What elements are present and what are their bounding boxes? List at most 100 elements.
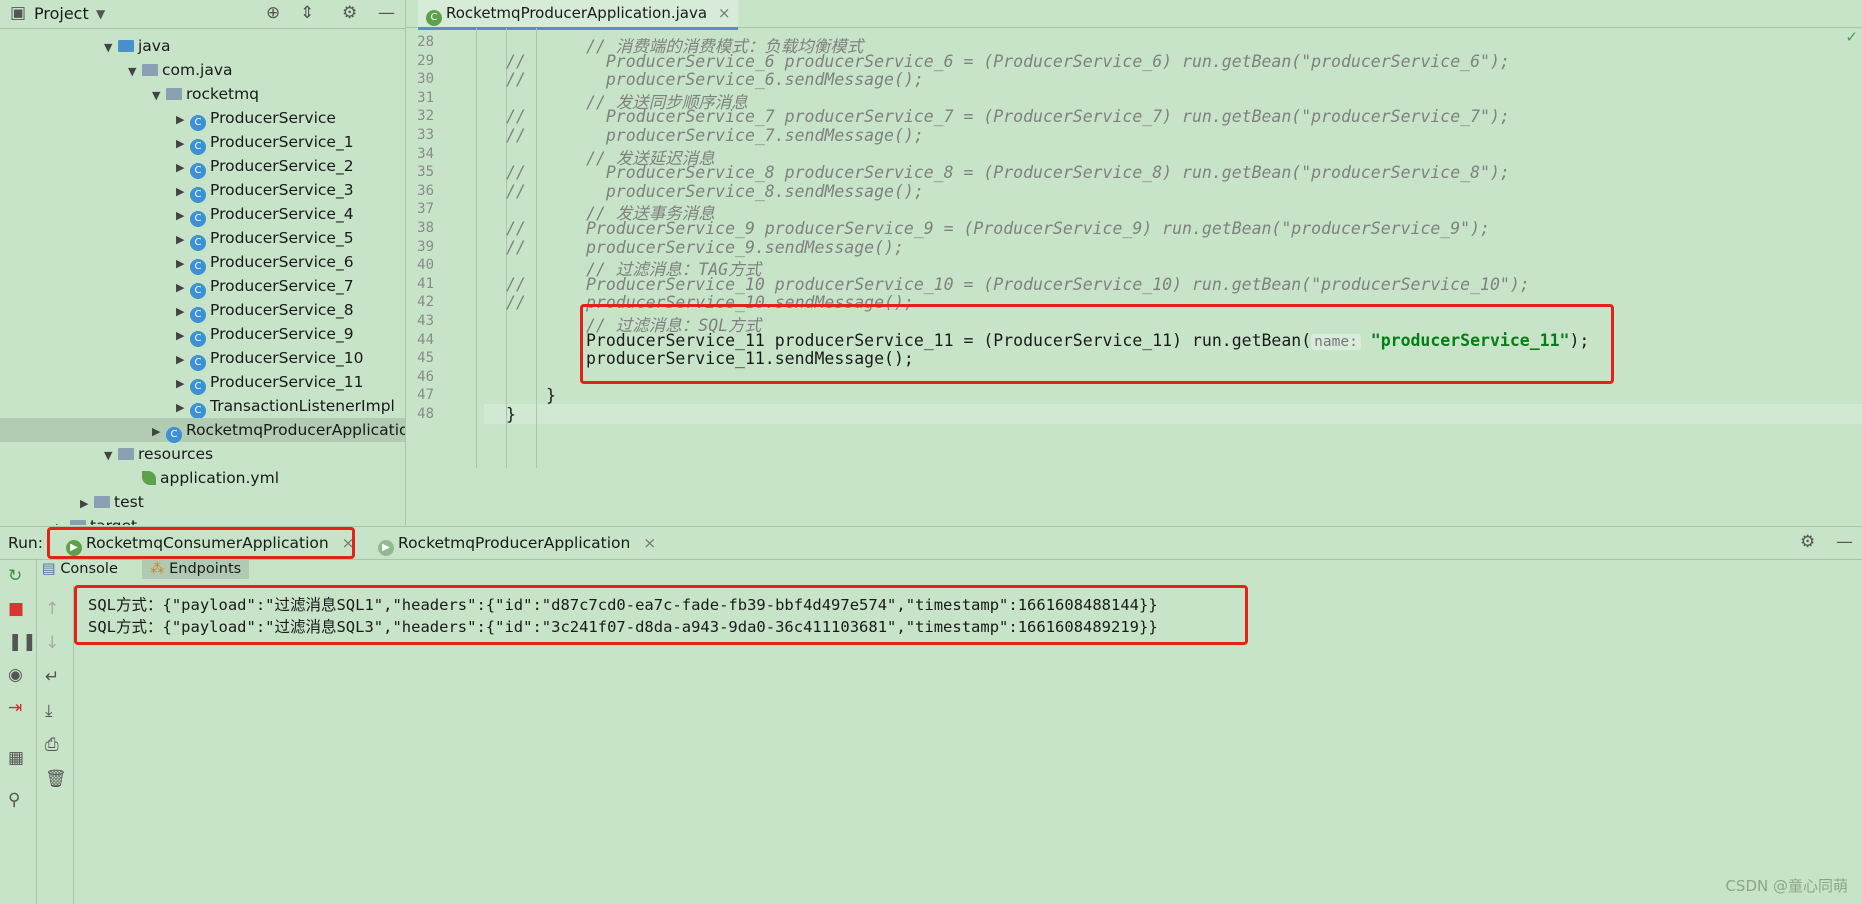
- console-toolbar: ↑ ↓ ↵ ⤓ ⎙ 🗑: [37, 585, 74, 904]
- chevron-right-icon[interactable]: ▶: [176, 180, 190, 204]
- line-number: 39: [417, 238, 434, 255]
- tree-item[interactable]: ▶ test: [80, 490, 144, 514]
- locate-icon[interactable]: ⊕: [266, 3, 280, 23]
- indent-guide: [476, 28, 477, 468]
- tree-item[interactable]: ▶ C ProducerService_3: [176, 178, 354, 204]
- stop-icon[interactable]: ■: [8, 599, 24, 619]
- chevron-right-icon[interactable]: ▶: [176, 324, 190, 348]
- tree-item[interactable]: ▶ C ProducerService_8: [176, 298, 354, 324]
- chevron-right-icon[interactable]: ▶: [176, 396, 190, 420]
- gear-icon[interactable]: ⚙: [1800, 532, 1815, 552]
- chevron-down-icon[interactable]: ▼: [104, 36, 118, 60]
- run-left-toolbar: ↻ ■ ❚❚ ◉ ⇥ ▦ ⚲: [0, 558, 37, 904]
- editor-tab-active[interactable]: C RocketmqProducerApplication.java ×: [418, 0, 739, 30]
- chevron-right-icon[interactable]: ▶: [176, 348, 190, 372]
- chevron-right-icon[interactable]: ▶: [176, 252, 190, 276]
- project-title[interactable]: Project: [34, 4, 89, 23]
- package-icon: [166, 88, 182, 100]
- tree-item[interactable]: ▶ C ProducerService_9: [176, 322, 354, 348]
- arrow-up-icon[interactable]: ↑: [45, 599, 59, 619]
- spring-class-icon: C: [166, 427, 182, 443]
- code-text: producerService_7.sendMessage();: [586, 126, 924, 145]
- chevron-right-icon[interactable]: ▶: [80, 492, 94, 516]
- tree-item[interactable]: ▶ C RocketmqProducerApplication: [0, 418, 405, 444]
- scroll-to-end-icon[interactable]: ⤓: [45, 701, 53, 721]
- code-line: ProducerService_10 producerService_10 = …: [586, 275, 1530, 294]
- tree-item[interactable]: ▶ C ProducerService_7: [176, 274, 354, 300]
- code-text: }: [506, 405, 516, 424]
- line-number: 29: [417, 52, 434, 69]
- tree-item-label: test: [114, 493, 144, 511]
- project-panel: ▣ Project ▼ ⊕ ⇕ ⚙ — ▼ java ▼ com.java ▼ rocke…: [0, 0, 406, 525]
- close-icon[interactable]: ×: [643, 534, 656, 552]
- gear-icon[interactable]: ⚙: [342, 3, 357, 23]
- soft-wrap-icon[interactable]: ↵: [45, 667, 59, 687]
- run-tab-producer[interactable]: ▶ RocketmqProducerApplication ×: [378, 531, 656, 556]
- chevron-down-icon[interactable]: ▼: [104, 444, 118, 468]
- tree-item[interactable]: ▶ C ProducerService_6: [176, 250, 354, 276]
- chevron-down-icon[interactable]: ▼: [128, 60, 142, 84]
- line-number: 38: [417, 220, 434, 236]
- comment-prefix: //: [506, 181, 526, 201]
- tree-item-label: ProducerService_8: [210, 301, 354, 319]
- comment-prefix: //: [506, 293, 526, 313]
- minimize-icon[interactable]: —: [378, 3, 395, 23]
- comment-prefix: //: [506, 219, 526, 238]
- print-icon[interactable]: ⎙: [45, 735, 59, 755]
- class-icon: C: [190, 163, 206, 179]
- tree-item[interactable]: ▼ resources: [104, 442, 213, 466]
- pin-icon[interactable]: ⚲: [8, 790, 20, 810]
- chevron-right-icon[interactable]: ▶: [176, 276, 190, 300]
- indent-guide: [536, 28, 537, 468]
- console-tab[interactable]: ▤ Console: [42, 561, 118, 577]
- code-area[interactable]: 28// 消费端的消费模式：负载均衡模式 29// ProducerService…: [406, 28, 1862, 525]
- chevron-right-icon[interactable]: ▶: [176, 204, 190, 228]
- tree-item[interactable]: ▶ C ProducerService: [176, 106, 336, 132]
- class-icon: C: [190, 379, 206, 395]
- code-text: producerService_9.sendMessage();: [586, 237, 904, 257]
- tree-item[interactable]: ▶ C TransactionListenerImpl: [176, 394, 395, 420]
- line-number: 31: [417, 89, 434, 106]
- chevron-down-icon[interactable]: ▼: [152, 84, 166, 108]
- exit-icon[interactable]: ⇥: [8, 698, 22, 718]
- layout-icon[interactable]: ▦: [8, 748, 24, 768]
- trash-icon[interactable]: 🗑: [45, 769, 67, 789]
- endpoints-tab[interactable]: ⁂ Endpoints: [142, 559, 250, 579]
- tree-item[interactable]: ▶ C ProducerService_10: [176, 346, 363, 372]
- tree-item[interactable]: ▼ java: [104, 34, 170, 58]
- close-icon[interactable]: ×: [718, 4, 731, 22]
- collapse-icon[interactable]: ⇕: [300, 3, 314, 23]
- arrow-down-icon[interactable]: ↓: [45, 633, 59, 653]
- tree-item[interactable]: ▶ C ProducerService_1: [176, 130, 354, 156]
- chevron-right-icon[interactable]: ▶: [176, 372, 190, 396]
- tree-item[interactable]: ▼ com.java: [128, 58, 233, 82]
- package-icon: [142, 64, 158, 76]
- console-icon: ▤: [42, 561, 61, 577]
- spring-run-icon: ▶: [378, 540, 394, 556]
- tree-item[interactable]: ▶ C ProducerService_2: [176, 154, 354, 180]
- tree-item[interactable]: ▼ rocketmq: [152, 82, 259, 106]
- camera-icon[interactable]: ◉: [8, 665, 23, 685]
- chevron-right-icon[interactable]: ▶: [176, 300, 190, 324]
- tree-item[interactable]: application.yml: [128, 466, 279, 490]
- comment-prefix: //: [506, 126, 526, 145]
- tree-item[interactable]: ▶ C ProducerService_4: [176, 202, 354, 228]
- highlight-box-console: [74, 585, 1248, 645]
- tree-item[interactable]: ▶ C ProducerService_5: [176, 226, 354, 252]
- chevron-right-icon[interactable]: ▶: [176, 132, 190, 156]
- minimize-icon[interactable]: —: [1836, 532, 1853, 552]
- tree-item-label: ProducerService_11: [210, 373, 364, 391]
- chevron-right-icon[interactable]: ▶: [152, 420, 166, 444]
- rerun-icon[interactable]: ↻: [8, 566, 22, 586]
- chevron-right-icon[interactable]: ▶: [176, 156, 190, 180]
- chevron-right-icon[interactable]: ▶: [56, 516, 70, 525]
- chevron-right-icon[interactable]: ▶: [176, 108, 190, 132]
- chevron-right-icon[interactable]: ▶: [176, 228, 190, 252]
- pause-icon[interactable]: ❚❚: [8, 632, 37, 652]
- console-tab-label: Console: [60, 561, 118, 577]
- tree-item[interactable]: ▶ C ProducerService_11: [176, 370, 364, 396]
- comment-prefix: //: [506, 51, 526, 71]
- tree-item[interactable]: ▶ target: [56, 514, 137, 525]
- code-text: producerService_6.sendMessage();: [586, 70, 924, 90]
- chevron-down-icon[interactable]: ▼: [96, 7, 105, 21]
